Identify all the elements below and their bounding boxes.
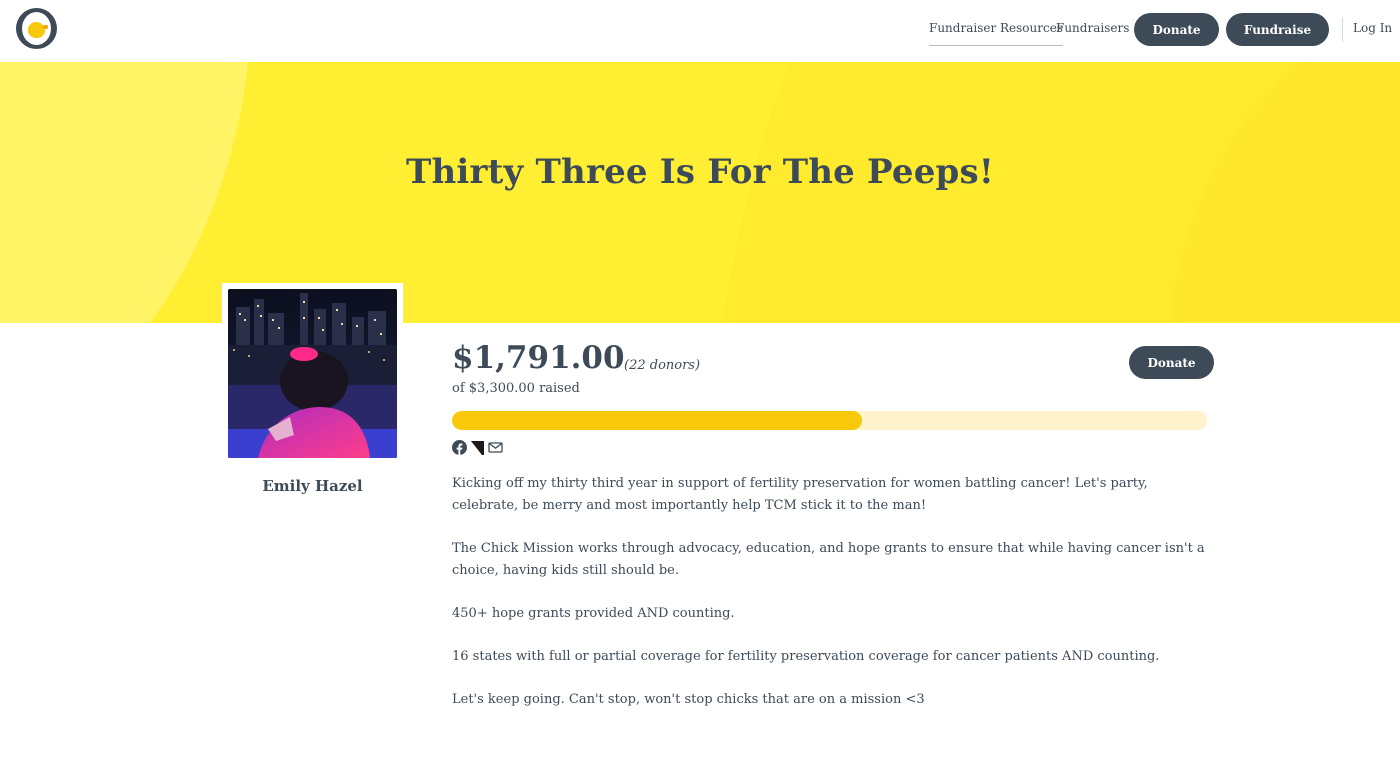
donate-button[interactable]: Donate	[1129, 346, 1214, 379]
fundraiser-story: Kicking off my thirty third year in supp…	[452, 473, 1212, 732]
story-paragraph: 450+ hope grants provided AND counting.	[452, 606, 735, 621]
fundraiser-title: Thirty Three Is For The Peeps!	[405, 152, 995, 192]
nav-divider	[1342, 18, 1343, 42]
donor-count: (22 donors)	[624, 358, 701, 373]
logo-chick	[28, 22, 48, 38]
nav-fundraiser-resources[interactable]: Fundraiser Resources	[929, 21, 1063, 46]
profile-photo-frame	[222, 283, 403, 464]
logo-egg	[22, 12, 51, 45]
fundraising-goal: of $3,300.00 raised	[452, 381, 580, 396]
twitter-icon[interactable]	[470, 440, 485, 455]
hero-banner: Thirty Three Is For The Peeps!	[0, 62, 1400, 323]
chick-logo-icon[interactable]	[16, 8, 57, 49]
photo-illustration	[228, 289, 397, 458]
email-icon[interactable]	[488, 440, 503, 455]
top-navigation: Fundraiser Resources Fundraisers Donate …	[0, 0, 1400, 62]
facebook-icon[interactable]	[452, 440, 467, 455]
fundraiser-name: Emily Hazel	[262, 477, 363, 495]
header-fundraise-button[interactable]: Fundraise	[1226, 13, 1329, 46]
profile-photo	[228, 289, 397, 458]
progress-bar-fill	[452, 411, 862, 430]
progress-bar	[452, 411, 1207, 430]
nav-fundraisers[interactable]: Fundraisers	[1056, 21, 1129, 35]
story-paragraph: The Chick Mission works through advocacy…	[452, 541, 1205, 578]
story-paragraph: Kicking off my thirty third year in supp…	[452, 476, 1148, 513]
story-paragraph: Let's keep going. Can't stop, won't stop…	[452, 692, 925, 707]
amount-raised: $1,791.00	[452, 340, 625, 376]
login-link[interactable]: Log In	[1353, 21, 1392, 35]
story-paragraph: 16 states with full or partial coverage …	[452, 649, 1160, 664]
hero-wave-background	[0, 62, 1400, 323]
share-icons	[452, 440, 503, 455]
header-donate-button[interactable]: Donate	[1134, 13, 1219, 46]
